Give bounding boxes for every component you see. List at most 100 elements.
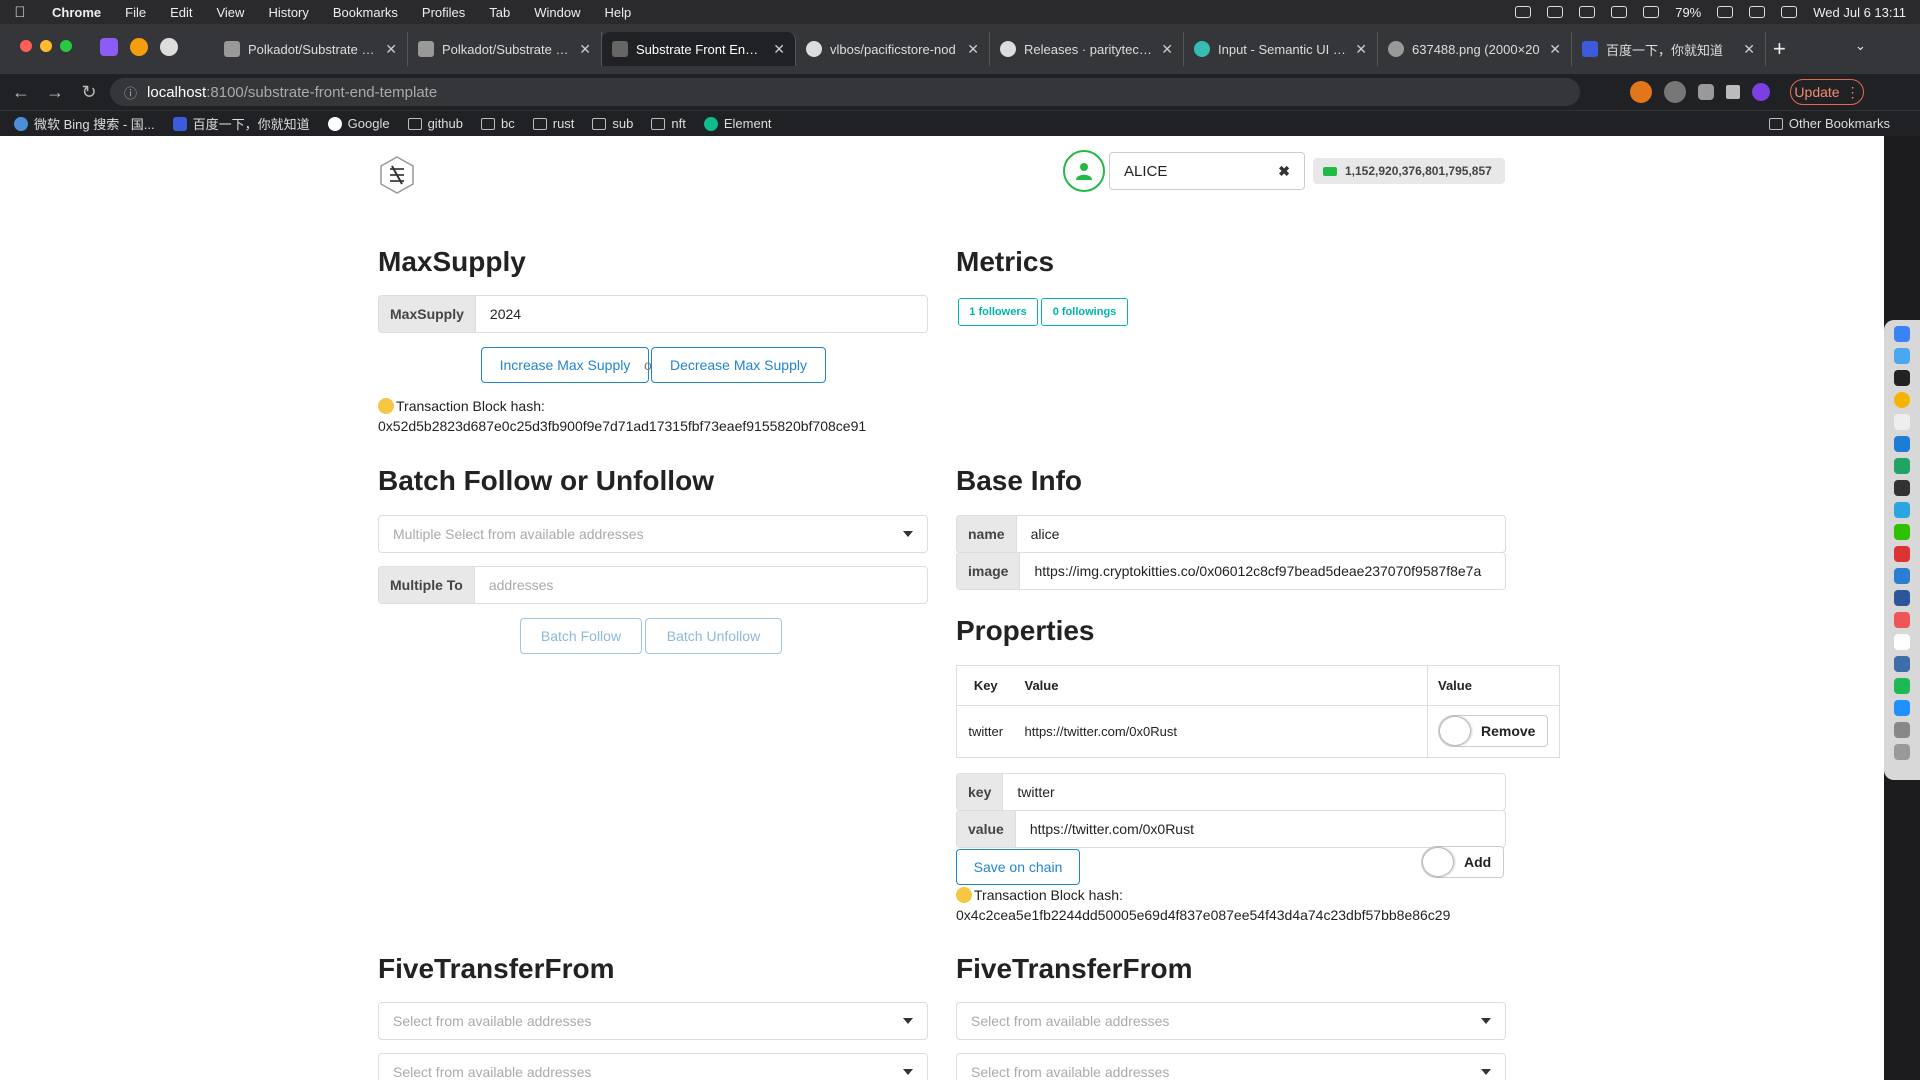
battery-icon[interactable] (1717, 6, 1734, 18)
image-field[interactable]: image https://img.cryptokitties.co/0x060… (956, 552, 1506, 590)
bookmark-google[interactable]: Google (327, 116, 390, 131)
sourcetree-icon[interactable] (1894, 458, 1910, 474)
followers-button[interactable]: 1 followers (958, 298, 1038, 326)
tab-baidu[interactable]: 百度一下，你就知道 ✕ (1572, 32, 1766, 66)
app-icon[interactable] (1894, 502, 1910, 518)
safari-icon[interactable] (1894, 348, 1910, 364)
add-toggle-button[interactable]: Add (1421, 846, 1505, 878)
update-button[interactable]: Update ⋮ (1790, 79, 1864, 105)
app-icon[interactable] (1894, 700, 1910, 716)
tab-substrate-front-end[interactable]: Substrate Front End Te ✕ (602, 32, 796, 66)
decrease-max-supply-button[interactable]: Decrease Max Supply (651, 347, 826, 383)
close-tab-icon[interactable]: ✕ (1355, 41, 1367, 58)
key-input[interactable]: twitter (1003, 774, 1505, 810)
address-bar[interactable]: ⓘ localhost:8100/substrate-front-end-tem… (110, 78, 1580, 106)
five-transfer-right-select-2[interactable]: Select from available addresses (956, 1053, 1506, 1080)
maxsupply-field[interactable]: MaxSupply 2024 (378, 295, 928, 333)
close-tab-icon[interactable]: ✕ (385, 41, 397, 58)
value-input[interactable]: https://twitter.com/0x0Rust (1016, 811, 1505, 847)
multiple-to-input[interactable]: addresses (475, 567, 927, 603)
tab-polkadot-1[interactable]: Polkadot/Substrate Po ✕ (214, 32, 408, 66)
batch-unfollow-button[interactable]: Batch Unfollow (645, 618, 782, 654)
bookmark-github[interactable]: github (407, 116, 463, 131)
minimize-window-icon[interactable] (40, 40, 52, 52)
five-transfer-right-select-1[interactable]: Select from available addresses (956, 1002, 1506, 1040)
close-tab-icon[interactable]: ✕ (1549, 41, 1561, 58)
key-field[interactable]: key twitter (956, 773, 1506, 811)
batch-address-select[interactable]: Multiple Select from available addresses (378, 515, 928, 553)
maxsupply-input[interactable]: 2024 (476, 296, 927, 332)
followings-button[interactable]: 0 followings (1041, 298, 1128, 326)
extension-icon[interactable] (1664, 81, 1686, 103)
trash-icon[interactable] (1894, 744, 1910, 760)
back-icon[interactable]: ← (4, 82, 38, 103)
notification-icon[interactable] (1547, 6, 1564, 18)
menu-bookmarks[interactable]: Bookmarks (321, 5, 410, 20)
tab-pacificstore[interactable]: vlbos/pacificstore-nod ✕ (796, 32, 990, 66)
tab-polkadot-2[interactable]: Polkadot/Substrate Po ✕ (408, 32, 602, 66)
five-transfer-left-select-1[interactable]: Select from available addresses (378, 1002, 928, 1040)
multiple-to-field[interactable]: Multiple To addresses (378, 566, 928, 604)
account-select[interactable]: ALICE ✖ (1109, 152, 1305, 190)
terminal-icon[interactable] (1894, 370, 1910, 386)
menubar-clock[interactable]: Wed Jul 6 13:11 (1813, 5, 1906, 20)
pinned-tab-extension-icon[interactable] (100, 38, 118, 56)
settings-icon[interactable] (1894, 722, 1910, 738)
bookmark-nft[interactable]: nft (651, 116, 686, 131)
vscode-icon[interactable] (1894, 436, 1910, 452)
menu-profiles[interactable]: Profiles (410, 5, 477, 20)
other-bookmarks[interactable]: Other Bookmarks (1768, 116, 1890, 131)
close-tab-icon[interactable]: ✕ (967, 41, 979, 58)
tab-semantic-ui[interactable]: Input - Semantic UI Re ✕ (1184, 32, 1378, 66)
sidepanel-icon[interactable] (1726, 85, 1740, 99)
profile-avatar[interactable] (1752, 83, 1770, 101)
apple-menu-icon[interactable]:  (0, 4, 40, 21)
menu-history[interactable]: History (256, 5, 320, 20)
bluetooth-icon[interactable] (1643, 6, 1660, 18)
forward-icon[interactable]: → (38, 82, 72, 103)
bookmark-element[interactable]: Element (703, 116, 772, 131)
image-input[interactable]: https://img.cryptokitties.co/0x06012c8cf… (1020, 553, 1505, 589)
tab-search-icon[interactable]: ⌄ (1855, 38, 1866, 54)
menu-view[interactable]: View (204, 5, 256, 20)
finder-icon[interactable] (1894, 326, 1910, 342)
app-icon[interactable] (1894, 678, 1910, 694)
pinned-tab-github-icon[interactable] (160, 38, 178, 56)
tab-png[interactable]: 637488.png (2000×20 ✕ (1378, 32, 1572, 66)
bookmark-bing[interactable]: 微软 Bing 搜索 - 国... (14, 114, 155, 133)
site-info-icon[interactable]: ⓘ (124, 83, 137, 102)
bookmark-sub[interactable]: sub (592, 116, 633, 131)
menu-help[interactable]: Help (593, 5, 644, 20)
mail-icon[interactable] (1894, 568, 1910, 584)
new-tab-icon[interactable]: + (1773, 36, 1786, 62)
close-tab-icon[interactable]: ✕ (579, 41, 591, 58)
control-center-icon[interactable] (1781, 6, 1798, 18)
menu-app-name[interactable]: Chrome (40, 5, 113, 20)
app-icon[interactable] (1894, 546, 1910, 562)
clear-icon[interactable]: ✖ (1278, 163, 1290, 180)
five-transfer-left-select-2[interactable]: Select from available addresses (378, 1053, 928, 1080)
docker-icon[interactable] (1515, 6, 1532, 18)
value-field[interactable]: value https://twitter.com/0x0Rust (956, 810, 1506, 848)
menu-file[interactable]: File (113, 5, 158, 20)
menu-window[interactable]: Window (522, 5, 592, 20)
close-tab-icon[interactable]: ✕ (1161, 41, 1173, 58)
name-input[interactable]: alice (1017, 516, 1505, 552)
app-icon[interactable] (1894, 656, 1910, 672)
close-tab-icon[interactable]: ✕ (773, 41, 785, 58)
menu-edit[interactable]: Edit (158, 5, 204, 20)
word-icon[interactable] (1894, 590, 1910, 606)
menu-tab[interactable]: Tab (477, 5, 522, 20)
app-icon[interactable] (1894, 480, 1910, 496)
name-field[interactable]: name alice (956, 515, 1506, 553)
volume-icon[interactable] (1611, 6, 1628, 18)
app-icon[interactable] (1894, 612, 1910, 628)
wifi-icon[interactable] (1749, 6, 1766, 18)
reload-icon[interactable]: ↻ (72, 82, 106, 103)
tab-releases[interactable]: Releases · paritytech/s ✕ (990, 32, 1184, 66)
maximize-window-icon[interactable] (60, 40, 72, 52)
remove-toggle-button[interactable]: Remove (1438, 714, 1549, 747)
wechat-dock-icon[interactable] (1894, 524, 1910, 540)
puzzle-icon[interactable] (1698, 84, 1714, 100)
account-avatar[interactable] (1063, 150, 1105, 192)
